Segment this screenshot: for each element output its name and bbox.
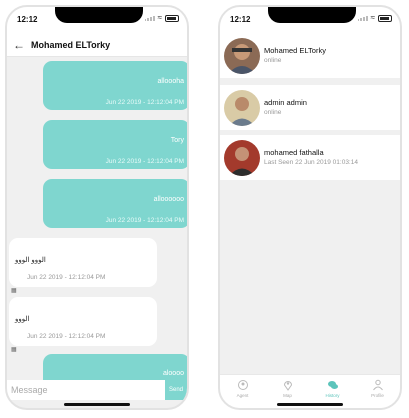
signal-icon <box>357 15 368 21</box>
message-time: Jun 22 2019 - 12:12:04 PM <box>27 333 106 340</box>
chat-bubbles-icon <box>327 381 338 389</box>
message-text: alloooooo <box>153 196 184 203</box>
person-icon <box>372 379 383 391</box>
signal-icon <box>144 15 155 21</box>
tab-label: History <box>325 393 340 398</box>
message-time: Jun 22 2019 - 12:12:04 PM <box>105 158 184 165</box>
status-bar: 12:12 ≈ <box>7 7 187 33</box>
status-time: 12:12 <box>17 15 38 24</box>
tab-profile[interactable]: Profile <box>355 375 400 408</box>
battery-icon <box>378 14 392 22</box>
message-text: الووو الووو <box>15 257 46 264</box>
status-bar: 12:12 ≈ <box>220 7 400 33</box>
contact-item[interactable]: admin admin online <box>220 85 400 130</box>
contact-name: Mohamed ELTorky <box>264 46 326 55</box>
notch <box>55 7 143 23</box>
chat-header: ← Mohamed ELTorky <box>7 33 187 57</box>
message-bubble-outgoing[interactable]: alloooha Jun 22 2019 - 12:12:04 PM <box>43 61 187 110</box>
chat-title: Mohamed ELTorky <box>31 39 111 50</box>
home-indicator <box>277 403 343 406</box>
message-time: Jun 22 2019 - 12:12:04 PM <box>27 274 106 281</box>
contact-item[interactable]: mohamed fathalla Last Seen 22 Jun 2019 0… <box>220 135 400 180</box>
contact-name: admin admin <box>264 98 307 107</box>
sender-avatar-icon: ▦ <box>11 347 17 353</box>
chat-screen: 12:12 ≈ ← Mohamed ELTorky alloooha Jun 2… <box>5 5 189 410</box>
message-time: Jun 22 2019 - 12:12:04 PM <box>105 217 184 224</box>
message-bubble-incoming[interactable]: الووو الووو Jun 22 2019 - 12:12:04 PM <box>9 238 157 287</box>
status-icons: ≈ <box>357 13 392 22</box>
message-bubble-outgoing[interactable]: aloooo <box>43 354 187 380</box>
battery-icon <box>165 14 179 22</box>
status-icons: ≈ <box>144 13 179 22</box>
back-arrow-icon[interactable]: ← <box>13 38 29 52</box>
contact-status: Last Seen 22 Jun 2019 01:03:14 <box>264 159 358 166</box>
message-text: alloooha <box>157 78 184 85</box>
contacts-screen: 12:12 ≈ Mohamed ELTorky online admin adm… <box>218 5 402 410</box>
agent-icon <box>237 380 248 390</box>
tab-label: Profile <box>371 393 384 398</box>
message-time: Jun 22 2019 - 12:12:04 PM <box>105 99 184 106</box>
tab-label: Map <box>283 393 292 398</box>
message-text: Tory <box>170 137 184 144</box>
tab-agent[interactable]: Agent <box>220 375 265 408</box>
notch <box>268 7 356 23</box>
wifi-icon: ≈ <box>157 13 162 22</box>
home-indicator <box>64 403 130 406</box>
message-composer: Send <box>7 380 187 400</box>
avatar <box>224 90 260 126</box>
tab-label: Agent <box>236 393 249 398</box>
wifi-icon: ≈ <box>370 13 375 22</box>
message-text: الووو <box>15 316 30 323</box>
message-bubble-outgoing[interactable]: Tory Jun 22 2019 - 12:12:04 PM <box>43 120 187 169</box>
contact-item[interactable]: Mohamed ELTorky online <box>220 33 400 78</box>
contact-name: mohamed fathalla <box>264 148 324 157</box>
contact-status: online <box>264 109 282 116</box>
message-bubble-incoming[interactable]: الووو Jun 22 2019 - 12:12:04 PM <box>9 297 157 346</box>
message-input[interactable] <box>11 382 147 398</box>
map-pin-icon <box>283 381 292 391</box>
sender-avatar-icon: ▦ <box>11 288 17 294</box>
send-button[interactable]: Send <box>165 380 187 400</box>
avatar <box>224 140 260 176</box>
message-bubble-outgoing[interactable]: alloooooo Jun 22 2019 - 12:12:04 PM <box>43 179 187 228</box>
status-time: 12:12 <box>230 15 251 24</box>
message-list[interactable]: alloooha Jun 22 2019 - 12:12:04 PM Tory … <box>7 57 187 380</box>
message-text: aloooo <box>162 370 184 377</box>
avatar <box>224 38 260 74</box>
contact-status: online <box>264 57 282 64</box>
